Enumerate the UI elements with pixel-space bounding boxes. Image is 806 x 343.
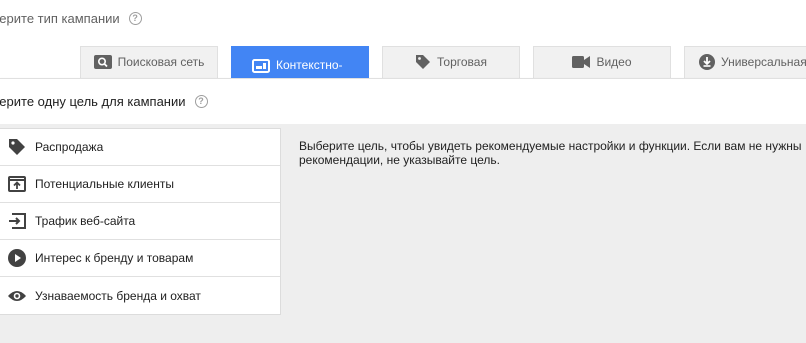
goal-item-brand-consideration[interactable]: Интерес к бренду и товарам: [0, 240, 280, 277]
goal-question: берите одну цель для кампании ?: [0, 94, 208, 109]
tab-shopping[interactable]: Торговая: [382, 46, 520, 78]
tab-label: Контекстно-медийная: [276, 58, 343, 78]
campaign-type-tabs: Поисковая сеть Контекстно-медийная Торго…: [0, 46, 806, 78]
goal-label: Распродажа: [35, 140, 104, 154]
display-icon: [252, 59, 270, 73]
goal-item-sales[interactable]: Распродажа: [0, 129, 280, 166]
help-icon[interactable]: ?: [194, 95, 208, 108]
goal-label: Узнаваемость бренда и охват: [35, 288, 201, 303]
tab-universal[interactable]: Универсальная: [684, 46, 806, 78]
download-icon: [699, 53, 715, 70]
campaign-setup-page: берите тип кампании ? Поисковая сеть Кон…: [0, 0, 806, 343]
goal-content-area: Распродажа Потенциальные клиенты Трафик …: [0, 124, 806, 343]
search-icon: [93, 54, 112, 69]
video-icon: [572, 55, 591, 69]
tab-label: Поисковая сеть: [117, 54, 205, 69]
goal-label: Потенциальные клиенты: [35, 177, 174, 191]
goal-label: Интерес к бренду и товарам: [35, 251, 194, 265]
description-line-2: рекомендации, не указывайте цель.: [299, 153, 500, 167]
tag-icon: [415, 54, 431, 70]
tab-video[interactable]: Видео: [533, 46, 671, 78]
goal-item-leads[interactable]: Потенциальные клиенты: [0, 166, 280, 203]
goal-item-website-traffic[interactable]: Трафик веб-сайта: [0, 203, 280, 240]
upload-box-icon: [7, 174, 27, 194]
enter-arrow-icon: [7, 211, 27, 231]
goal-label: Трафик веб-сайта: [35, 214, 136, 228]
goal-list: Распродажа Потенциальные клиенты Трафик …: [0, 128, 281, 315]
tag-icon: [7, 137, 27, 157]
tab-label: Видео: [596, 54, 632, 69]
description-line-1: Выберите цель, чтобы увидеть рекомендуем…: [299, 139, 802, 153]
tab-label: Универсальная: [721, 54, 806, 69]
goal-header-bar: берите одну цель для кампании ?: [0, 78, 806, 124]
eye-icon: [7, 286, 27, 306]
goal-description: Выберите цель, чтобы увидеть рекомендуем…: [299, 139, 806, 167]
help-icon[interactable]: ?: [128, 12, 142, 25]
tab-display-network[interactable]: Контекстно-медийная: [231, 46, 369, 78]
campaign-type-question-text: берите тип кампании: [0, 11, 120, 26]
goal-question-text: берите одну цель для кампании: [0, 94, 186, 109]
tab-label: Торговая: [437, 54, 487, 69]
goal-item-brand-awareness[interactable]: Узнаваемость бренда и охват: [0, 277, 280, 314]
play-circle-icon: [7, 248, 27, 268]
campaign-type-question: берите тип кампании ?: [0, 11, 142, 26]
tab-search-network[interactable]: Поисковая сеть: [80, 46, 218, 78]
